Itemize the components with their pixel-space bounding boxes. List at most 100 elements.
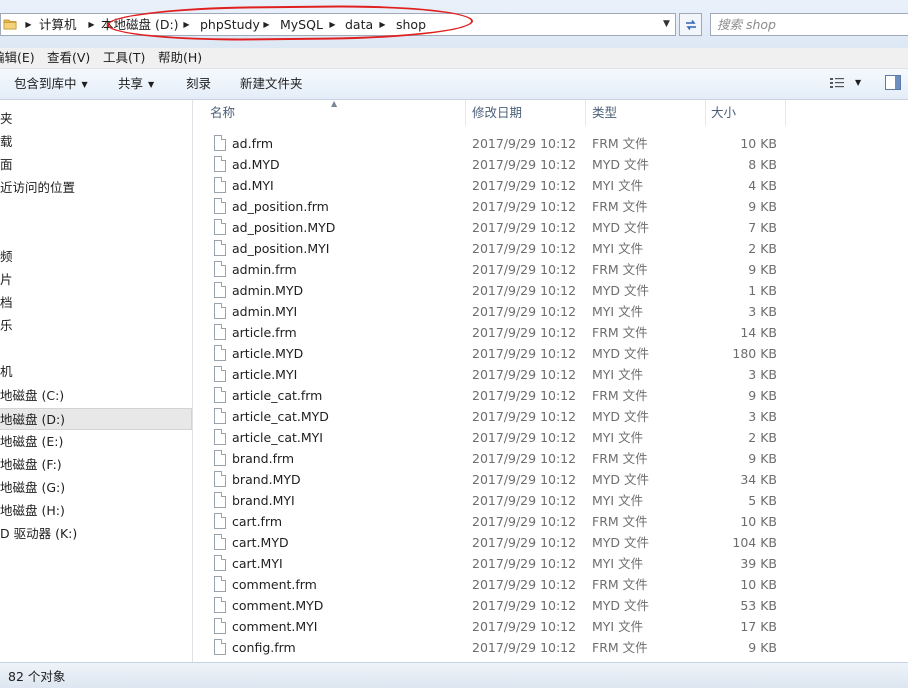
file-row[interactable]: ad_position.MYD 2017/9/29 10:12 MYD 文件 7 KB	[193, 217, 908, 238]
file-row[interactable]: admin.MYD 2017/9/29 10:12 MYD 文件 1 KB	[193, 280, 908, 301]
file-list[interactable]: ▲ 名称 修改日期 类型 大小 ad.frm 2017/9/29 10:12 FRM…	[193, 100, 908, 662]
breadcrumb-separator-icon[interactable]: ▶	[85, 14, 98, 35]
column-divider[interactable]	[585, 100, 586, 126]
file-row[interactable]: article.MYD 2017/9/29 10:12 MYD 文件 180 KB	[193, 343, 908, 364]
nav-drive-e[interactable]: 地磁盘 (E:)	[0, 431, 192, 453]
file-name: ad.frm	[232, 136, 274, 151]
file-row[interactable]: cart.MYI 2017/9/29 10:12 MYI 文件 39 KB	[193, 553, 908, 574]
menu-help[interactable]: 帮助(H)	[158, 48, 202, 68]
file-date: 2017/9/29 10:12	[472, 577, 577, 592]
file-type: MYI 文件	[592, 556, 644, 571]
file-row[interactable]: comment.MYD 2017/9/29 10:12 MYD 文件 53 KB	[193, 595, 908, 616]
file-row[interactable]: comment.MYI 2017/9/29 10:12 MYI 文件 17 KB	[193, 616, 908, 637]
file-row[interactable]: ad_position.MYI 2017/9/29 10:12 MYI 文件 2 KB	[193, 238, 908, 259]
column-header-name[interactable]: 名称	[210, 100, 465, 126]
menu-tools[interactable]: 工具(T)	[103, 48, 145, 68]
file-row[interactable]: brand.MYI 2017/9/29 10:12 MYI 文件 5 KB	[193, 490, 908, 511]
breadcrumb-separator-icon[interactable]: ▶	[22, 14, 35, 35]
file-row[interactable]: article_cat.frm 2017/9/29 10:12 FRM 文件 9 KB	[193, 385, 908, 406]
file-size: 7 KB	[748, 220, 777, 235]
address-history-dropdown-icon[interactable]: ▼	[663, 19, 670, 29]
nav-documents[interactable]: 档	[0, 292, 192, 314]
preview-pane-toggle-icon[interactable]	[885, 75, 901, 90]
breadcrumb-mysql[interactable]: MySQL	[280, 14, 323, 35]
file-name: article_cat.frm	[232, 388, 323, 403]
file-size: 10 KB	[740, 514, 777, 529]
file-size: 39 KB	[740, 556, 777, 571]
nav-recent-places[interactable]: 近访问的位置	[0, 177, 192, 199]
file-type: MYI 文件	[592, 178, 644, 193]
file-icon	[214, 429, 226, 445]
nav-videos[interactable]: 频	[0, 246, 192, 268]
file-row[interactable]: config.frm 2017/9/29 10:12 FRM 文件 9 KB	[193, 637, 908, 658]
breadcrumb-separator-icon[interactable]: ▶	[260, 14, 273, 35]
nav-drive-d[interactable]: 地磁盘 (D:)	[0, 408, 192, 430]
column-header-size[interactable]: 大小	[711, 100, 785, 126]
column-divider[interactable]	[465, 100, 466, 126]
breadcrumb-separator-icon[interactable]: ▶	[180, 14, 193, 35]
file-row[interactable]: ad.frm 2017/9/29 10:12 FRM 文件 10 KB	[193, 133, 908, 154]
file-type: MYI 文件	[592, 493, 644, 508]
nav-drive-h[interactable]: 地磁盘 (H:)	[0, 500, 192, 522]
file-row[interactable]: cart.frm 2017/9/29 10:12 FRM 文件 10 KB	[193, 511, 908, 532]
file-name: ad.MYD	[232, 157, 280, 172]
file-row[interactable]: brand.MYD 2017/9/29 10:12 MYD 文件 34 KB	[193, 469, 908, 490]
menu-edit[interactable]: 编辑(E)	[0, 48, 35, 68]
file-row[interactable]: ad_position.frm 2017/9/29 10:12 FRM 文件 9 KB	[193, 196, 908, 217]
breadcrumb-separator-icon[interactable]: ▶	[326, 14, 339, 35]
nav-music[interactable]: 乐	[0, 315, 192, 337]
file-row[interactable]: article.MYI 2017/9/29 10:12 MYI 文件 3 KB	[193, 364, 908, 385]
column-header-date[interactable]: 修改日期	[472, 100, 585, 126]
status-bar: 82 个对象	[0, 662, 908, 688]
nav-desktop[interactable]: 面	[0, 154, 192, 176]
file-row[interactable]: admin.MYI 2017/9/29 10:12 MYI 文件 3 KB	[193, 301, 908, 322]
nav-pictures[interactable]: 片	[0, 269, 192, 291]
file-date: 2017/9/29 10:12	[472, 325, 577, 340]
breadcrumb-phpstudy[interactable]: phpStudy	[200, 14, 260, 35]
view-options-dropdown-icon[interactable]: ▼	[855, 76, 861, 90]
file-name: cart.MYI	[232, 556, 283, 571]
file-row[interactable]: comment.frm 2017/9/29 10:12 FRM 文件 10 KB	[193, 574, 908, 595]
search-box[interactable]	[710, 13, 908, 36]
file-size: 9 KB	[748, 388, 777, 403]
nav-downloads[interactable]: 载	[0, 131, 192, 153]
nav-drive-c[interactable]: 地磁盘 (C:)	[0, 385, 192, 407]
breadcrumb-data[interactable]: data	[345, 14, 373, 35]
file-row[interactable]: brand.frm 2017/9/29 10:12 FRM 文件 9 KB	[193, 448, 908, 469]
file-row[interactable]: article.frm 2017/9/29 10:12 FRM 文件 14 KB	[193, 322, 908, 343]
nav-drive-f[interactable]: 地磁盘 (F:)	[0, 454, 192, 476]
nav-drive-g[interactable]: 地磁盘 (G:)	[0, 477, 192, 499]
column-divider[interactable]	[785, 100, 786, 126]
share-button[interactable]: 共享 ▼	[118, 69, 154, 99]
file-date: 2017/9/29 10:12	[472, 388, 577, 403]
breadcrumb-drive-d[interactable]: 本地磁盘 (D:)	[101, 14, 179, 35]
file-type: MYD 文件	[592, 598, 650, 613]
column-divider[interactable]	[705, 100, 706, 126]
new-folder-button[interactable]: 新建文件夹	[240, 69, 303, 99]
view-options-icon[interactable]	[829, 76, 845, 90]
refresh-button[interactable]	[679, 13, 702, 36]
menu-view[interactable]: 查看(V)	[47, 48, 90, 68]
breadcrumb-computer[interactable]: 计算机	[39, 14, 77, 35]
file-type: MYI 文件	[592, 367, 644, 382]
file-row[interactable]: cart.MYD 2017/9/29 10:12 MYD 文件 104 KB	[193, 532, 908, 553]
file-row[interactable]: ad.MYD 2017/9/29 10:12 MYD 文件 8 KB	[193, 154, 908, 175]
search-input[interactable]	[717, 14, 897, 35]
nav-favorites[interactable]: 夹	[0, 108, 192, 130]
navigation-pane[interactable]: 夹 载 面 近访问的位置 频 片 档 乐 机 地磁盘 (C:) 地磁盘 (D:)…	[0, 100, 193, 662]
breadcrumb-shop[interactable]: shop	[396, 14, 426, 35]
column-header-type[interactable]: 类型	[592, 100, 705, 126]
file-row[interactable]: article_cat.MYD 2017/9/29 10:12 MYD 文件 3 KB	[193, 406, 908, 427]
nav-drive-k[interactable]: D 驱动器 (K:)	[0, 523, 192, 545]
file-row[interactable]: article_cat.MYI 2017/9/29 10:12 MYI 文件 2 KB	[193, 427, 908, 448]
file-icon	[214, 408, 226, 424]
address-bar[interactable]: ▶ 计算机 ▶ 本地磁盘 (D:) ▶ phpStudy ▶ MySQL ▶ d…	[0, 13, 676, 36]
file-name: cart.frm	[232, 514, 283, 529]
file-row[interactable]: admin.frm 2017/9/29 10:12 FRM 文件 9 KB	[193, 259, 908, 280]
include-in-library-button[interactable]: 包含到库中 ▼	[14, 69, 88, 99]
share-label: 共享	[118, 76, 144, 91]
breadcrumb-separator-icon[interactable]: ▶	[376, 14, 389, 35]
file-row[interactable]: ad.MYI 2017/9/29 10:12 MYI 文件 4 KB	[193, 175, 908, 196]
nav-computer[interactable]: 机	[0, 361, 192, 383]
burn-button[interactable]: 刻录	[186, 69, 211, 99]
